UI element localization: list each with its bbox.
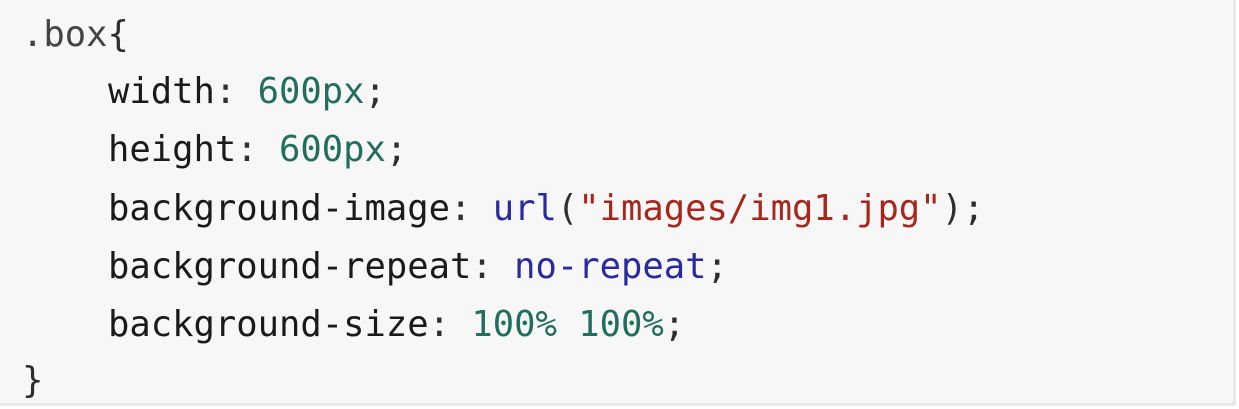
semicolon: ;: [706, 246, 728, 287]
css-function: url: [492, 188, 557, 229]
colon: :: [449, 188, 493, 229]
css-property: background-image: [108, 188, 450, 229]
css-value: 600px: [279, 129, 386, 170]
css-property: background-size: [108, 304, 429, 345]
colon: :: [428, 304, 472, 345]
semicolon: ;: [385, 129, 408, 170]
css-value: 600px: [257, 71, 365, 112]
css-value: no-repeat: [514, 246, 707, 287]
code-line-selector: .box{: [22, 11, 129, 59]
paren-close: ): [941, 188, 963, 229]
code-line-background-image: background-image: url("images/img1.jpg")…: [22, 185, 984, 233]
css-value: 100% 100%: [471, 304, 664, 345]
semicolon: ;: [962, 188, 985, 229]
paren-open: (: [556, 188, 579, 229]
css-selector: .box: [22, 14, 108, 55]
code-line-close: }: [22, 357, 43, 405]
css-string: "images/img1.jpg": [578, 188, 942, 229]
css-property: background-repeat: [108, 246, 472, 287]
semicolon: ;: [663, 304, 686, 345]
colon: :: [214, 71, 258, 112]
semicolon: ;: [364, 71, 386, 112]
code-line-background-size: background-size: 100% 100%;: [22, 301, 685, 349]
css-property: height: [108, 129, 237, 170]
colon: :: [236, 129, 279, 170]
code-line-height: height: 600px;: [22, 126, 407, 174]
open-brace: {: [107, 14, 129, 55]
close-brace: }: [22, 360, 44, 401]
code-line-width: width: 600px;: [22, 68, 386, 116]
css-property: width: [108, 71, 215, 112]
code-line-background-repeat: background-repeat: no-repeat;: [22, 243, 728, 291]
code-snippet-block: .box{ width: 600px; height: 600px; backg…: [0, 0, 1236, 406]
colon: :: [471, 246, 515, 287]
